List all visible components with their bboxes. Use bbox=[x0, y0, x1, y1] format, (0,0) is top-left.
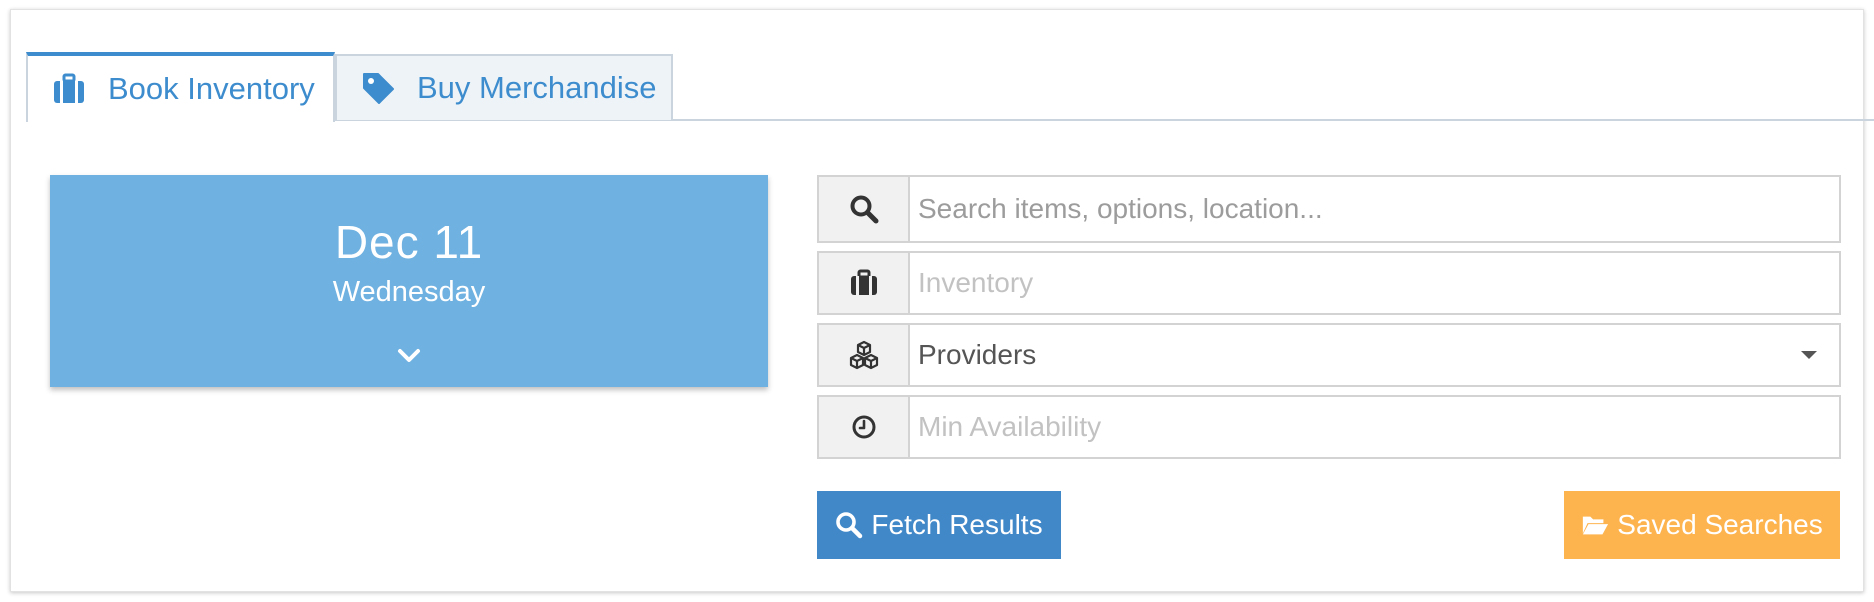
saved-searches-label: Saved Searches bbox=[1617, 509, 1823, 540]
tag-icon bbox=[361, 71, 395, 105]
clock-icon bbox=[852, 415, 875, 439]
selected-date: Dec 11 bbox=[334, 216, 484, 268]
selected-weekday: Wednesday bbox=[332, 276, 486, 308]
cubes-icon bbox=[849, 340, 878, 370]
search-icon bbox=[850, 195, 878, 224]
tab-buy-merchandise[interactable]: Buy Merchandise bbox=[335, 54, 673, 120]
date-picker-card[interactable]: Dec 11 Wednesday bbox=[50, 175, 768, 387]
inventory-addon bbox=[819, 253, 910, 313]
providers-select[interactable]: Providers bbox=[817, 323, 1841, 387]
inventory-field bbox=[817, 251, 1841, 315]
search-field bbox=[817, 175, 1841, 243]
min-availability-field bbox=[817, 395, 1841, 459]
inventory-input[interactable] bbox=[910, 253, 1839, 313]
providers-selected-value: Providers bbox=[918, 339, 1037, 370]
min-availability-input[interactable] bbox=[910, 397, 1839, 457]
dropdown-caret-icon bbox=[1779, 325, 1839, 385]
fetch-results-button[interactable]: Fetch Results bbox=[817, 491, 1061, 559]
fetch-results-label: Fetch Results bbox=[871, 509, 1043, 540]
search-icon bbox=[836, 512, 863, 539]
tab-book-inventory[interactable]: Book Inventory bbox=[26, 52, 335, 122]
search-addon bbox=[819, 177, 910, 241]
tab-label: Buy Merchandise bbox=[417, 70, 657, 105]
saved-searches-button[interactable]: Saved Searches bbox=[1564, 491, 1840, 559]
briefcase-icon bbox=[850, 269, 877, 295]
min-availability-addon bbox=[819, 397, 910, 457]
folder-open-icon bbox=[1583, 516, 1609, 535]
search-input[interactable] bbox=[910, 177, 1839, 241]
chevron-down-icon[interactable] bbox=[396, 345, 422, 365]
briefcase-icon bbox=[52, 72, 86, 106]
providers-addon bbox=[819, 325, 910, 385]
tab-label: Book Inventory bbox=[108, 71, 315, 106]
